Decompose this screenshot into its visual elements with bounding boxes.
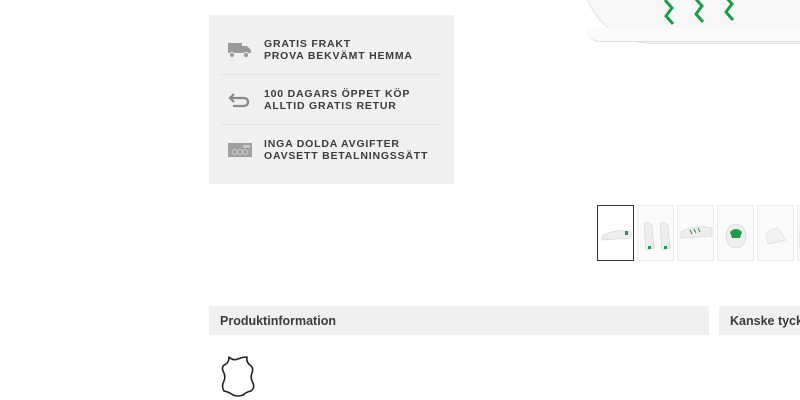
truck-icon — [221, 41, 264, 59]
benefit-line-1: 100 DAGARS ÖPPET KÖP — [264, 87, 411, 100]
thumbnail-strip — [597, 205, 800, 261]
benefit-free-shipping: GRATIS FRAKT PROVA BEKVÄMT HEMMA — [221, 25, 442, 75]
thumbnail-4[interactable] — [717, 205, 754, 261]
benefit-line-2: OAVSETT BETALNINGSSÄTT — [264, 150, 429, 162]
thumbnail-5[interactable] — [757, 205, 794, 261]
money-icon — [221, 141, 264, 159]
maybe-like-header[interactable]: Kanske tycker du om — [719, 306, 800, 335]
benefit-line-1: GRATIS FRAKT — [264, 37, 351, 50]
benefit-line-1: INGA DOLDA AVGIFTER — [264, 138, 400, 150]
thumbnail-1[interactable] — [597, 205, 634, 261]
benefit-open-purchase: 100 DAGARS ÖPPET KÖP ALLTID GRATIS RETUR — [221, 75, 442, 125]
product-info-header[interactable]: Produktinformation — [209, 306, 709, 335]
benefit-no-hidden-fees: INGA DOLDA AVGIFTER OAVSETT BETALNINGSSÄ… — [221, 125, 442, 175]
thumbnail-3[interactable] — [677, 205, 714, 261]
shoe-stripes-graphic — [663, 0, 735, 25]
return-arrow-icon — [221, 91, 264, 109]
benefit-line-2: ALLTID GRATIS RETUR — [264, 99, 397, 112]
leather-icon — [221, 356, 255, 397]
thumbnail-2[interactable] — [637, 205, 674, 261]
benefit-line-2: PROVA BEKVÄMT HEMMA — [264, 49, 413, 62]
product-image[interactable] — [560, 0, 800, 48]
benefits-panel: GRATIS FRAKT PROVA BEKVÄMT HEMMA 100 DAG… — [209, 15, 454, 184]
